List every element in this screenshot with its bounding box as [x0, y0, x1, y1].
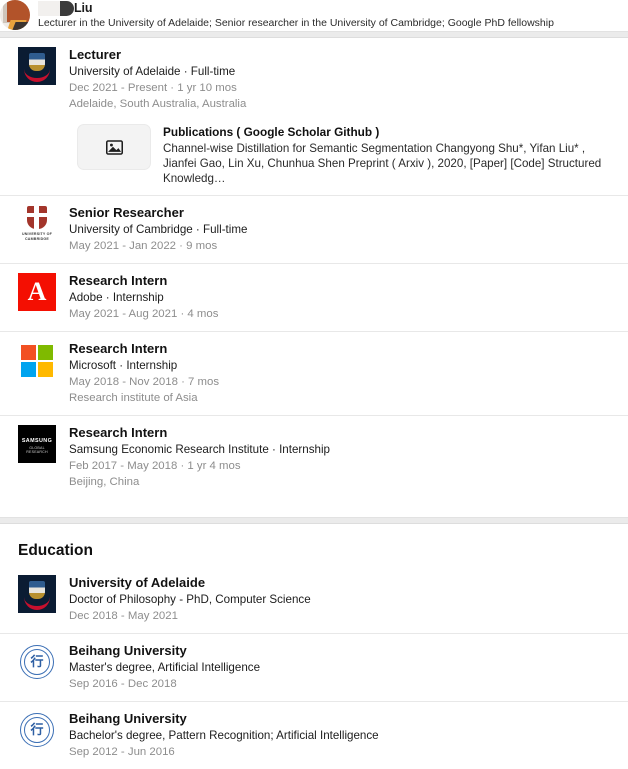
samsung-caption-line1: SAMSUNG	[21, 438, 53, 444]
experience-org: University of Cambridge · Full-time	[69, 223, 248, 236]
beihang-glyph: 行	[30, 722, 44, 737]
ribbon-shape	[24, 597, 50, 610]
samsung-logo: SAMSUNG GLOBAL RESEARCH	[18, 425, 56, 463]
experience-entry[interactable]: UNIVERSITY OF CAMBRIDGE Senior Researche…	[0, 195, 628, 263]
experience-entry-body: Research Intern Adobe · Internship May 2…	[69, 273, 618, 322]
publications-card[interactable]: Publications ( Google Scholar Github ) C…	[77, 124, 618, 186]
experience-dates: Dec 2021 - Present · 1 yr 10 mos	[69, 82, 237, 94]
image-placeholder-icon	[77, 124, 151, 170]
cambridge-logo-caption: UNIVERSITY OF CAMBRIDGE	[18, 232, 56, 241]
experience-org: Samsung Economic Research Institute · In…	[69, 443, 330, 456]
education-entry-body: Beihang University Bachelor's degree, Pa…	[69, 711, 618, 760]
experience-org: Microsoft · Internship	[69, 359, 178, 372]
experience-location: Beijing, China	[69, 476, 140, 488]
university-of-adelaide-logo	[18, 47, 56, 85]
experience-role: Research Intern	[69, 273, 168, 288]
experience-entry-body: Research Intern Microsoft · Internship M…	[69, 341, 618, 406]
experience-role: Research Intern	[69, 341, 168, 356]
avatar[interactable]	[0, 0, 30, 30]
education-school: Beihang University	[69, 711, 187, 726]
name-redaction-dark	[60, 0, 74, 16]
microsoft-square-yellow	[38, 362, 53, 377]
publications-text: Publications ( Google Scholar Github ) C…	[163, 124, 618, 186]
education-degree: Doctor of Philosophy - PhD, Computer Sci…	[69, 593, 311, 606]
experience-org: University of Adelaide · Full-time	[69, 65, 236, 78]
education-entry[interactable]: 行 Beihang University Master's degree, Ar…	[0, 633, 628, 701]
publications-title[interactable]: Publications ( Google Scholar Github )	[163, 124, 618, 140]
publications-description: Channel-wise Distillation for Semantic S…	[163, 142, 602, 185]
experience-location: Research institute of Asia	[69, 392, 198, 404]
experience-section: Lecturer University of Adelaide · Full-t…	[0, 38, 628, 499]
ribbon-shape	[24, 69, 50, 82]
education-entry-body: Beihang University Master's degree, Arti…	[69, 643, 618, 692]
education-entry[interactable]: University of Adelaide Doctor of Philoso…	[0, 566, 628, 633]
experience-entry[interactable]: Lecturer University of Adelaide · Full-t…	[0, 38, 628, 195]
avatar-shape-dark	[12, 22, 30, 30]
education-title: Education	[18, 542, 93, 559]
microsoft-logo	[18, 341, 56, 379]
education-section: Education University of Adelaide Doctor …	[0, 524, 628, 769]
experience-dates: May 2018 - Nov 2018 · 7 mos	[69, 376, 220, 388]
experience-entry-body: Research Intern Samsung Economic Researc…	[69, 425, 618, 490]
cambridge-caption-line1: UNIVERSITY OF	[21, 232, 53, 237]
microsoft-square-blue	[21, 362, 36, 377]
avatar-shape-main	[7, 0, 30, 22]
beihang-glyph: 行	[30, 654, 44, 669]
education-dates: Sep 2016 - Dec 2018	[69, 678, 177, 690]
university-of-cambridge-logo: UNIVERSITY OF CAMBRIDGE	[18, 205, 56, 243]
experience-role: Senior Researcher	[69, 205, 184, 220]
experience-location: Adelaide, South Australia, Australia	[69, 98, 247, 110]
experience-dates: Feb 2017 - May 2018 · 1 yr 4 mos	[69, 460, 241, 472]
university-of-adelaide-logo	[18, 575, 56, 613]
profile-header: Liu Lecturer in the University of Adelai…	[0, 0, 628, 31]
experience-role: Lecturer	[69, 47, 122, 62]
education-degree: Master's degree, Artificial Intelligence	[69, 661, 261, 674]
section-separator-top	[0, 31, 628, 38]
experience-entry[interactable]: Research Intern Microsoft · Internship M…	[0, 331, 628, 415]
beihang-university-logo: 行	[18, 711, 56, 749]
adobe-a-glyph: A	[27, 277, 47, 306]
adobe-logo: A	[18, 273, 56, 311]
profile-headline: Lecturer in the University of Adelaide; …	[38, 17, 554, 29]
profile-name-text: Liu	[74, 0, 93, 15]
experience-dates: May 2021 - Aug 2021 · 4 mos	[69, 308, 219, 320]
beihang-university-logo: 行	[18, 643, 56, 681]
experience-dates: May 2021 - Jan 2022 · 9 mos	[69, 240, 218, 252]
experience-entry-body: Lecturer University of Adelaide · Full-t…	[69, 47, 618, 186]
cambridge-caption-line2: CAMBRIDGE	[25, 236, 49, 241]
microsoft-square-red	[21, 345, 36, 360]
experience-entry-body: Senior Researcher University of Cambridg…	[69, 205, 618, 254]
education-school: Beihang University	[69, 643, 187, 658]
education-dates: Sep 2012 - Jun 2016	[69, 746, 175, 758]
experience-role: Research Intern	[69, 425, 168, 440]
education-entry[interactable]: 行 Beihang University Bachelor's degree, …	[0, 701, 628, 769]
education-degree: Bachelor's degree, Pattern Recognition; …	[69, 729, 379, 742]
shield-icon	[27, 206, 47, 229]
experience-entry[interactable]: SAMSUNG GLOBAL RESEARCH Research Intern …	[0, 415, 628, 499]
experience-entry[interactable]: A Research Intern Adobe · Internship May…	[0, 263, 628, 331]
name-redaction-light	[38, 0, 60, 16]
samsung-caption-line2: GLOBAL RESEARCH	[26, 446, 48, 454]
microsoft-square-green	[38, 345, 53, 360]
education-school: University of Adelaide	[69, 575, 206, 590]
education-entry-body: University of Adelaide Doctor of Philoso…	[69, 575, 618, 624]
education-dates: Dec 2018 - May 2021	[69, 610, 178, 622]
section-separator-education	[0, 517, 628, 524]
profile-name[interactable]: Liu	[38, 0, 93, 16]
experience-org: Adobe · Internship	[69, 291, 164, 304]
